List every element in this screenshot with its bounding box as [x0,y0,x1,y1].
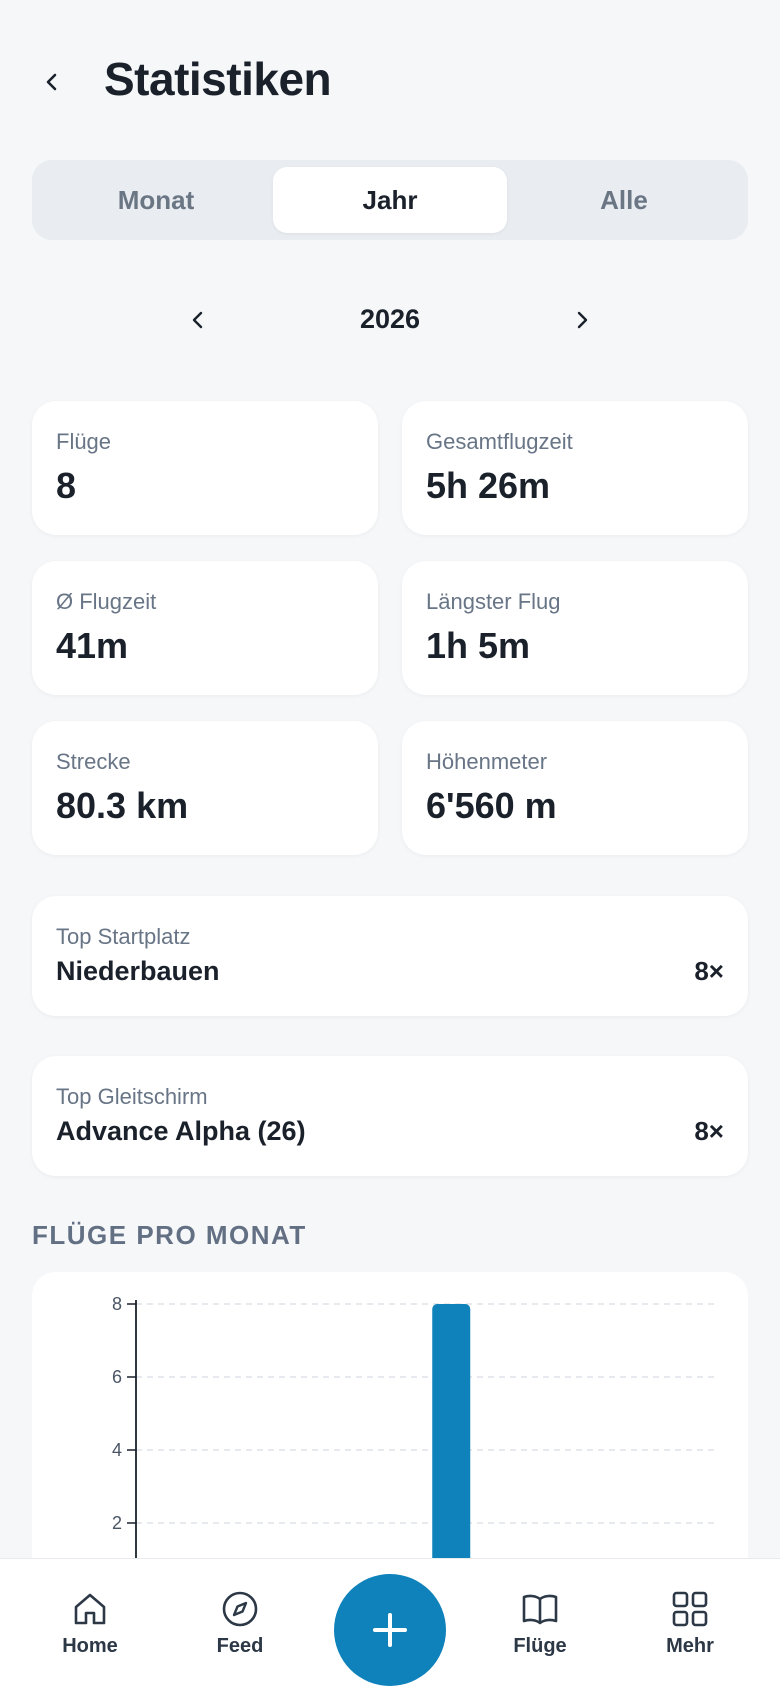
top-takeoff-card[interactable]: Top Startplatz Niederbauen 8× [32,896,748,1016]
chevron-left-icon [46,73,57,91]
chevron-left-icon [192,311,203,329]
top-takeoff-label: Top Startplatz [56,924,191,949]
tab-jahr[interactable]: Jahr [273,167,507,233]
y-tick-label: 8 [112,1294,122,1314]
page-title: Statistiken [104,53,332,105]
stat-card-avg-time: Ø Flugzeit 41m [32,561,378,695]
header: Statistiken [0,0,780,170]
stat-value: 80.3 km [56,785,189,826]
top-glider-count: 8× [694,1116,724,1146]
year-label: 2026 [359,304,421,334]
previous-year-button[interactable] [182,304,214,336]
stat-label: Längster Flug [426,589,561,614]
statistics-screen: Statistiken Monat Jahr Alle 2026 Flüge 8… [0,0,780,1688]
top-glider-value: Advance Alpha (26) [56,1116,306,1146]
top-takeoff-count: 8× [694,956,724,986]
nav-mehr[interactable]: Mehr [630,1589,750,1658]
top-takeoff-value: Niederbauen [56,956,220,986]
stat-label: Strecke [56,749,131,774]
stat-card-distance: Strecke 80.3 km [32,721,378,855]
nav-mehr-label: Mehr [666,1635,714,1657]
y-tick-label: 2 [112,1513,122,1533]
nav-feed[interactable]: Feed [180,1589,300,1658]
stat-card-longest-flight: Längster Flug 1h 5m [402,561,748,695]
tab-alle[interactable]: Alle [507,167,741,233]
nav-fluege-label: Flüge [513,1635,567,1657]
stat-value: 1h 5m [426,625,531,666]
stat-value: 41m [56,625,129,666]
nav-feed-label: Feed [216,1635,264,1657]
chevron-right-icon [577,311,588,329]
compass-icon [220,1589,260,1629]
stat-label: Gesamtflugzeit [426,429,573,454]
stat-value: 5h 26m [426,465,551,506]
nav-fluege[interactable]: Flüge [480,1589,600,1658]
tab-monat[interactable]: Monat [39,167,273,233]
plus-icon [373,1613,407,1647]
top-glider-card[interactable]: Top Gleitschirm Advance Alpha (26) 8× [32,1056,748,1176]
next-year-button[interactable] [566,304,598,336]
add-flight-button[interactable] [334,1574,446,1686]
chart-section-heading: FLÜGE PRO MONAT [32,1220,307,1250]
home-icon [70,1589,110,1629]
stat-value: 8 [56,465,77,506]
nav-home[interactable]: Home [30,1589,150,1658]
stat-label: Ø Flugzeit [56,589,157,614]
y-tick-label: 6 [112,1367,122,1387]
back-button[interactable] [36,66,68,98]
stat-value: 6'560 m [426,785,557,826]
stat-label: Höhenmeter [426,749,548,774]
y-tick-label: 4 [112,1440,122,1460]
period-segmented-control: Monat Jahr Alle [32,160,748,240]
stat-card-elevation: Höhenmeter 6'560 m [402,721,748,855]
top-glider-label: Top Gleitschirm [56,1084,208,1109]
book-icon [520,1589,560,1629]
grid-icon [670,1589,710,1629]
stat-card-total-time: Gesamtflugzeit 5h 26m [402,401,748,535]
stat-card-flights: Flüge 8 [32,401,378,535]
year-switcher: 2026 [0,300,780,340]
nav-home-label: Home [62,1635,118,1657]
stat-label: Flüge [56,429,112,454]
